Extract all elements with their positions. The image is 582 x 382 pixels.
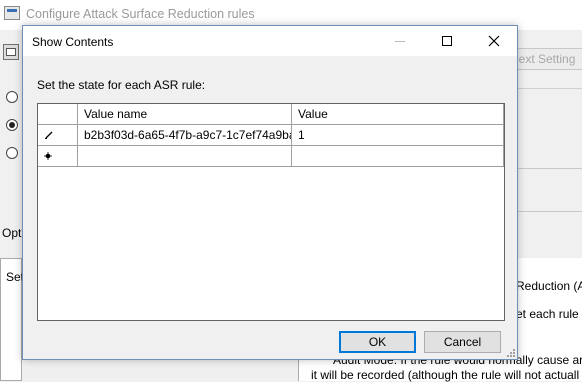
help-text-line: Reduction (A [516,279,582,293]
show-contents-dialog: Show Contents Set the state for each ASR… [22,25,518,360]
minimize-button[interactable] [379,26,425,56]
enabled-radio[interactable] [6,119,18,131]
pencil-icon [45,131,53,139]
maximize-icon [442,36,452,46]
values-grid: Value name Value b2b3f03d-6a65-4f7b-a9c7… [37,103,505,321]
toolbar-icon[interactable] [3,44,19,60]
grid-header-row: Value name Value [38,104,504,125]
value-name-cell[interactable] [78,146,292,167]
dialog-prompt: Set the state for each ASR rule: [37,78,206,92]
value-cell[interactable]: 1 [292,125,504,146]
divider [515,88,582,89]
value-column-header[interactable]: Value [292,104,504,125]
close-icon [488,35,500,47]
background-window-title: Configure Attack Surface Reduction rules [26,7,255,21]
close-button[interactable] [471,26,517,56]
row-header[interactable] [38,146,78,167]
value-name-cell[interactable]: b2b3f03d-6a65-4f7b-a9c7-1c7ef74a9ba4 [78,125,292,146]
app-icon [4,6,20,20]
resize-grip-icon[interactable] [506,348,516,358]
disabled-radio[interactable] [6,147,18,159]
table-row [38,146,504,167]
minimize-icon [395,41,405,42]
dialog-title: Show Contents [32,35,114,49]
table-row: b2b3f03d-6a65-4f7b-a9c7-1c7ef74a9ba4 1 [38,125,504,146]
dialog-titlebar[interactable]: Show Contents [23,26,517,56]
maximize-button[interactable] [425,26,471,56]
cancel-button[interactable]: Cancel [424,331,501,353]
not-configured-radio[interactable] [6,91,18,103]
new-row-icon [44,152,52,160]
help-text-line: it will be recorded (although the rule w… [311,368,580,382]
corner-header [38,104,78,125]
row-header[interactable] [38,125,78,146]
value-name-column-header[interactable]: Value name [78,104,292,125]
ok-button[interactable]: OK [339,331,416,353]
value-cell[interactable] [292,146,504,167]
options-label: Opt [2,226,22,240]
supported-on-box [515,168,582,212]
help-text-line: et each rule t [516,307,582,321]
